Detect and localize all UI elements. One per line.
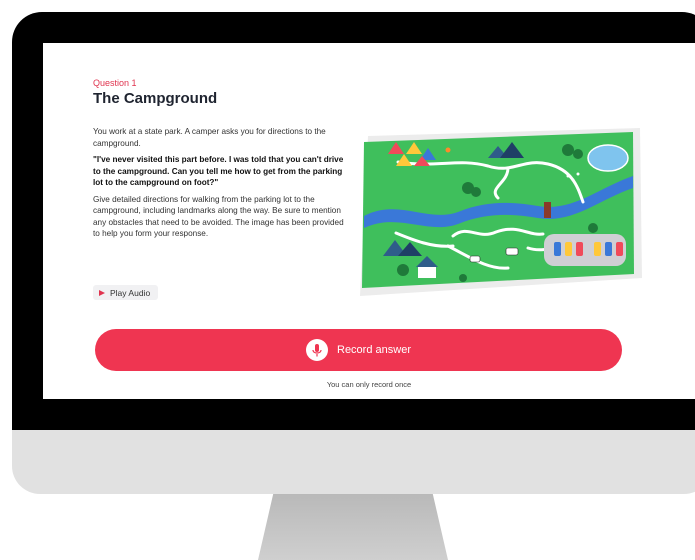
monitor-chin (12, 430, 695, 494)
question-number: Question 1 (93, 78, 137, 88)
play-icon (99, 289, 105, 296)
microphone-icon (306, 339, 328, 361)
question-intro: You work at a state park. A camper asks … (93, 127, 326, 148)
record-note: You can only record once (326, 380, 412, 389)
monitor-stand (258, 494, 448, 560)
question-title: The Campground (93, 90, 218, 107)
campground-map-image (358, 128, 643, 298)
question-text: You work at a state park. A camper asks … (93, 126, 347, 245)
question-instructions: Give detailed directions for walking fro… (93, 194, 344, 239)
screen: Question 1 The Campground You work at a … (43, 43, 695, 399)
question-quote: "I've never visited this part before. I … (93, 155, 344, 187)
record-answer-label: Record answer (337, 344, 411, 356)
play-audio-label: Play Audio (110, 287, 151, 298)
play-audio-button[interactable]: Play Audio (93, 285, 159, 300)
record-answer-button[interactable]: Record answer (95, 329, 622, 371)
